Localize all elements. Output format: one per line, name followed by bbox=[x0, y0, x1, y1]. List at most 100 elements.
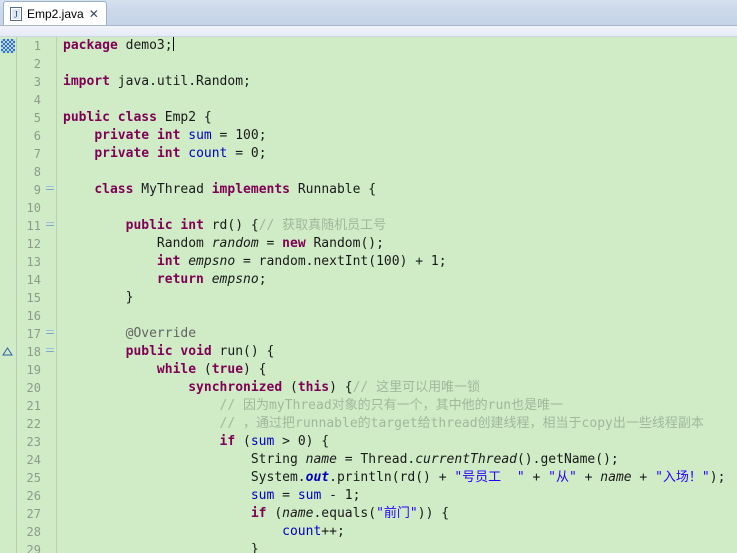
code-line[interactable]: } bbox=[63, 541, 737, 553]
code-token: public bbox=[63, 110, 110, 125]
code-line[interactable]: public class Emp2 { bbox=[63, 109, 737, 127]
editor-tab-label: Emp2.java bbox=[27, 6, 84, 21]
code-line[interactable]: @Override bbox=[63, 325, 737, 343]
code-token: > 0) { bbox=[274, 434, 330, 449]
code-token: + bbox=[631, 470, 656, 485]
code-token: int bbox=[156, 128, 181, 143]
code-token: ( bbox=[266, 506, 283, 521]
code-line[interactable]: while (true) { bbox=[63, 361, 737, 379]
code-token: empsno bbox=[211, 272, 259, 287]
code-token: = Thread. bbox=[336, 452, 416, 467]
fold-collapse-icon[interactable] bbox=[46, 181, 54, 199]
code-line[interactable]: sum = sum - 1; bbox=[63, 487, 737, 505]
code-token: String bbox=[63, 452, 306, 467]
code-line[interactable]: Random random = new Random(); bbox=[63, 235, 737, 253]
code-token: ( bbox=[282, 380, 298, 395]
code-line[interactable]: import java.util.Random; bbox=[63, 73, 737, 91]
fold-collapse-icon[interactable] bbox=[46, 217, 54, 235]
editor-tab-bar: J Emp2.java ✕ bbox=[0, 0, 737, 26]
code-token: "从" bbox=[548, 470, 577, 485]
code-token: implements bbox=[211, 182, 291, 197]
line-number: 9 bbox=[33, 183, 41, 197]
code-token: = bbox=[274, 488, 298, 503]
code-line[interactable]: package demo3; bbox=[63, 37, 737, 55]
code-token: import bbox=[63, 74, 110, 89]
line-number: 23 bbox=[26, 435, 41, 449]
code-line[interactable]: synchronized (this) {// 这里可以用唯一锁 bbox=[63, 379, 737, 397]
code-token: = random.nextInt(100) + 1; bbox=[235, 254, 447, 269]
code-line[interactable] bbox=[63, 163, 737, 181]
folding-ruler[interactable] bbox=[44, 37, 57, 553]
java-file-icon: J bbox=[10, 6, 22, 21]
fold-collapse-icon[interactable] bbox=[46, 343, 54, 361]
code-line[interactable]: return empsno; bbox=[63, 271, 737, 289]
code-line[interactable]: private int count = 0; bbox=[63, 145, 737, 163]
code-token: if bbox=[250, 506, 267, 521]
code-token: int bbox=[180, 218, 204, 233]
annotation-ruler[interactable] bbox=[0, 37, 17, 553]
line-number: 3 bbox=[33, 75, 41, 89]
line-number: 8 bbox=[33, 165, 41, 179]
line-number-gutter: 1 2 3 4 5 6 7 8 9 10 11 12 13 14 15 16 17 18 19 20 21 22 23 24 2… bbox=[17, 37, 44, 553]
code-token: java.util.Random; bbox=[109, 74, 251, 89]
code-line[interactable]: if (name.equals("前门")) { bbox=[63, 505, 737, 523]
code-token: ) { bbox=[243, 362, 267, 377]
code-token: name bbox=[305, 452, 337, 467]
code-editor[interactable]: 1 2 3 4 5 6 7 8 9 10 11 12 13 14 15 16 17 18 19 20 21 22 23 24 2… bbox=[0, 37, 737, 553]
code-line[interactable]: if (sum > 0) { bbox=[63, 433, 737, 451]
code-line[interactable] bbox=[63, 307, 737, 325]
code-line[interactable]: private int sum = 100; bbox=[63, 127, 737, 145]
close-icon[interactable]: ✕ bbox=[88, 8, 100, 20]
override-marker-icon[interactable] bbox=[2, 347, 13, 356]
code-token: rd() { bbox=[203, 218, 259, 233]
fold-collapse-icon[interactable] bbox=[46, 325, 54, 343]
code-line[interactable] bbox=[63, 199, 737, 217]
code-token: + bbox=[576, 470, 601, 485]
code-line[interactable] bbox=[63, 55, 737, 73]
line-number: 27 bbox=[26, 507, 41, 521]
code-line[interactable]: } bbox=[63, 289, 737, 307]
code-token: run() { bbox=[211, 344, 275, 359]
code-line[interactable]: System.out.println(rd() + "号员工 " + "从" +… bbox=[63, 469, 737, 487]
code-line[interactable]: count++; bbox=[63, 523, 737, 541]
code-line[interactable]: // ，通过把runnable的target给thread创建线程，相当于cop… bbox=[63, 415, 737, 433]
code-token: "前门" bbox=[376, 506, 418, 521]
code-token: class bbox=[117, 110, 157, 125]
code-token: public bbox=[125, 218, 173, 233]
line-number: 1 bbox=[33, 39, 41, 53]
line-number: 7 bbox=[33, 147, 41, 161]
code-line[interactable]: public void run() { bbox=[63, 343, 737, 361]
code-line[interactable]: public int rd() {// 获取真随机员工号 bbox=[63, 217, 737, 235]
occurrence-marker-icon[interactable] bbox=[1, 39, 15, 53]
code-token: ().getName(); bbox=[516, 452, 619, 467]
code-token: Runnable { bbox=[290, 182, 377, 197]
code-token: currentThread bbox=[415, 452, 517, 467]
code-line[interactable]: class MyThread implements Runnable { bbox=[63, 181, 737, 199]
code-token: ; bbox=[258, 272, 267, 287]
code-token: while bbox=[156, 362, 197, 377]
code-text-area[interactable]: package demo3; import java.util.Random; pu… bbox=[57, 37, 737, 553]
code-token: Random(); bbox=[305, 236, 384, 251]
code-line[interactable] bbox=[63, 91, 737, 109]
code-token: Emp2 { bbox=[156, 110, 212, 125]
code-token: .equals( bbox=[313, 506, 377, 521]
line-number: 24 bbox=[26, 453, 41, 467]
code-token: = bbox=[258, 236, 283, 251]
code-line[interactable]: int empsno = random.nextInt(100) + 1; bbox=[63, 253, 737, 271]
code-line[interactable]: // 因为myThread对象的只有一个，其中他的run也是唯一 bbox=[63, 397, 737, 415]
editor-tab-emp2-java[interactable]: J Emp2.java ✕ bbox=[3, 1, 107, 25]
code-token: count bbox=[188, 146, 228, 161]
code-line[interactable]: String name = Thread.currentThread().get… bbox=[63, 451, 737, 469]
line-number: 26 bbox=[26, 489, 41, 503]
line-number: 25 bbox=[26, 471, 41, 485]
